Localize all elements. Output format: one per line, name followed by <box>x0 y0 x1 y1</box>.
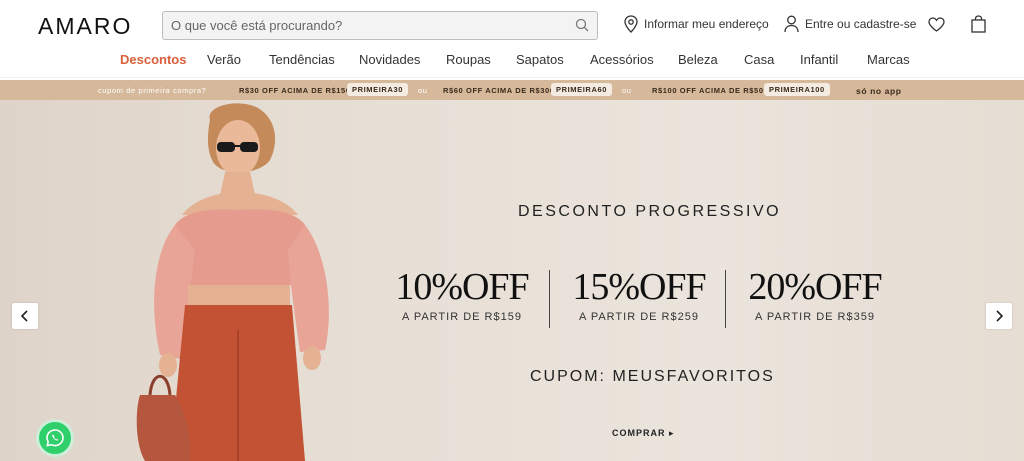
site-header: AMARO Informar meu endereço Entre ou cad… <box>0 0 1024 50</box>
nav-item-novidades[interactable]: Novidades <box>359 52 420 67</box>
address-link-label: Informar meu endereço <box>644 17 769 31</box>
search-input[interactable] <box>163 12 563 39</box>
promo-app-only: só no app <box>856 86 902 96</box>
offer-minimum: A PARTIR DE R$359 <box>755 311 875 323</box>
nav-item-acessorios[interactable]: Acessórios <box>590 52 654 67</box>
location-pin-icon <box>624 15 638 33</box>
offer-20: 20%OFF A PARTIR DE R$359 <box>730 265 900 323</box>
promo-offer-2: R$60 OFF ACIMA DE R$300 <box>443 86 555 95</box>
divider <box>549 270 550 328</box>
hero-banner[interactable]: DESCONTO PROGRESSIVO 10%OFF A PARTIR DE … <box>0 100 1024 461</box>
offer-percent: 15%OFF <box>572 266 706 308</box>
offer-minimum: A PARTIR DE R$259 <box>579 311 699 323</box>
promo-bar: cupom de primeira compra? R$30 OFF ACIMA… <box>0 80 1024 100</box>
user-icon <box>784 15 799 33</box>
logo[interactable]: AMARO <box>38 13 132 40</box>
buy-button[interactable]: COMPRAR ▸ <box>612 428 675 439</box>
nav-item-infantil[interactable]: Infantil <box>800 52 838 67</box>
heart-icon[interactable] <box>928 17 945 32</box>
nav-item-descontos[interactable]: Descontos <box>120 52 186 67</box>
search-box[interactable] <box>162 11 598 40</box>
banner-title: DESCONTO PROGRESSIVO <box>518 203 782 220</box>
offer-percent: 20%OFF <box>748 266 882 308</box>
promo-offer-3: R$100 OFF ACIMA DE R$500 <box>652 86 769 95</box>
offer-minimum: A PARTIR DE R$159 <box>402 311 522 323</box>
promo-intro: cupom de primeira compra? <box>98 86 207 95</box>
nav-item-tendencias[interactable]: Tendências <box>269 52 335 67</box>
nav-item-roupas[interactable]: Roupas <box>446 52 491 67</box>
whatsapp-button[interactable] <box>36 419 74 457</box>
promo-code-2[interactable]: PRIMEIRA60 <box>551 83 613 96</box>
model-photo <box>136 103 329 461</box>
account-link[interactable]: Entre ou cadastre-se <box>784 15 916 33</box>
promo-code-1[interactable]: PRIMEIRA30 <box>347 83 409 96</box>
coupon-code: CUPOM: MEUSFAVORITOS <box>530 368 775 385</box>
carousel-next-button[interactable] <box>986 303 1012 329</box>
chevron-left-icon <box>20 310 28 322</box>
shopping-bag-icon[interactable] <box>971 15 986 33</box>
carousel-prev-button[interactable] <box>12 303 38 329</box>
nav-item-sapatos[interactable]: Sapatos <box>516 52 564 67</box>
offer-percent: 10%OFF <box>395 266 529 308</box>
nav-item-beleza[interactable]: Beleza <box>678 52 718 67</box>
whatsapp-icon <box>46 429 64 447</box>
chevron-right-icon <box>996 310 1004 322</box>
promo-code-3[interactable]: PRIMEIRA100 <box>764 83 830 96</box>
nav-item-casa[interactable]: Casa <box>744 52 774 67</box>
nav-item-verao[interactable]: Verão <box>207 52 241 67</box>
offer-10: 10%OFF A PARTIR DE R$159 <box>377 265 547 323</box>
search-icon[interactable] <box>575 18 589 32</box>
address-link[interactable]: Informar meu endereço <box>624 15 769 33</box>
nav-item-marcas[interactable]: Marcas <box>867 52 910 67</box>
promo-separator: ou <box>622 86 632 95</box>
promo-separator: ou <box>418 86 428 95</box>
category-nav: Descontos Verão Tendências Novidades Rou… <box>0 50 1024 78</box>
promo-offer-1: R$30 OFF ACIMA DE R$150 <box>239 86 351 95</box>
offer-15: 15%OFF A PARTIR DE R$259 <box>554 265 724 323</box>
divider <box>725 270 726 328</box>
account-link-label: Entre ou cadastre-se <box>805 17 917 31</box>
